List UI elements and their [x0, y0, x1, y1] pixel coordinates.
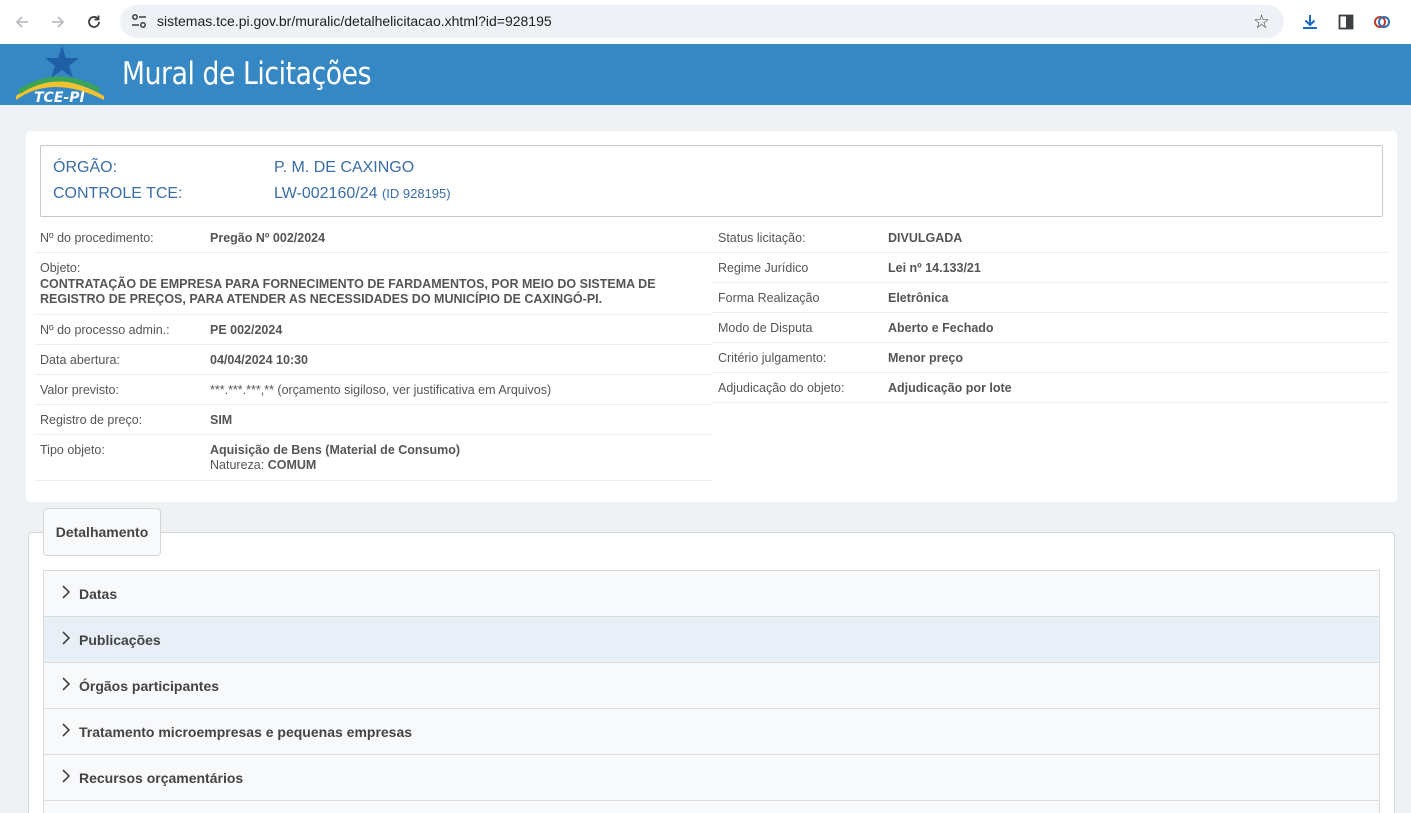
reload-icon[interactable]	[81, 9, 107, 35]
field-registro-preco: Registro de preço: SIM	[34, 405, 712, 435]
field-forma: Forma Realização Eletrônica	[712, 283, 1388, 313]
orgao-label: ÓRGÃO:	[53, 159, 118, 176]
accordion-tratamento-microempresas[interactable]: Tratamento microempresas e pequenas empr…	[43, 708, 1380, 755]
label: Tipo objeto:	[40, 443, 105, 457]
side-panel-icon[interactable]	[1334, 10, 1358, 34]
field-procedimento: Nº do procedimento: Pregão Nº 002/2024	[34, 223, 712, 253]
value: Menor preço	[888, 351, 964, 365]
value: Adjudicação por lote	[888, 381, 1012, 395]
site-header: TCE-PI Mural de Licitações	[0, 44, 1411, 105]
label: Status licitação:	[718, 231, 806, 245]
browser-toolbar: sistemas.tce.pi.gov.br/muralic/detalheli…	[0, 0, 1411, 44]
field-valor-previsto: Valor previsto: ***.***.***,** (orçament…	[34, 375, 712, 405]
status-value: DIVULGADA	[888, 231, 963, 245]
controle-value: LW-002160/24 (ID 928195)	[274, 185, 451, 202]
tab-detalhamento[interactable]: Detalhamento	[43, 508, 161, 556]
label: Registro de preço:	[40, 413, 143, 427]
accordion-recursos-orcamentarios[interactable]: Recursos orçamentários	[43, 754, 1380, 801]
label: Critério julgamento:	[718, 351, 827, 365]
address-bar[interactable]: sistemas.tce.pi.gov.br/muralic/detalheli…	[120, 5, 1284, 38]
orgao-value: P. M. DE CAXINGO	[274, 159, 415, 176]
value: Aberto e Fechado	[888, 321, 994, 335]
svg-text:TCE-PI: TCE-PI	[34, 90, 85, 105]
field-modo: Modo de Disputa Aberto e Fechado	[712, 313, 1388, 343]
extension-icon[interactable]	[1370, 10, 1394, 34]
label: Nº do processo admin.:	[40, 323, 170, 337]
field-adjudicacao: Adjudicação do objeto: Adjudicação por l…	[712, 373, 1388, 403]
licitacao-info-card: ÓRGÃO: P. M. DE CAXINGO CONTROLE TCE: LW…	[26, 131, 1397, 502]
value: SIM	[210, 413, 233, 427]
chevron-right-icon	[62, 677, 71, 691]
value: Pregão Nº 002/2024	[210, 231, 326, 245]
field-criterio: Critério julgamento: Menor preço	[712, 343, 1388, 373]
field-regime: Regime Jurídico Lei nº 14.133/21	[712, 253, 1388, 283]
value: ***.***.***,** (orçamento sigiloso, ver …	[210, 383, 552, 397]
accordion-next-item[interactable]	[43, 800, 1380, 813]
value: CONTRATAÇÃO DE EMPRESA PARA FORNECIMENTO…	[40, 277, 656, 306]
accordion-orgaos-participantes[interactable]: Órgãos participantes	[43, 662, 1380, 709]
label: Adjudicação do objeto:	[718, 381, 845, 395]
orgao-box: ÓRGÃO: P. M. DE CAXINGO CONTROLE TCE: LW…	[40, 145, 1383, 217]
field-data-abertura: Data abertura: 04/04/2024 10:30	[34, 345, 712, 375]
label: Regime Jurídico	[718, 261, 809, 275]
back-icon[interactable]	[9, 9, 35, 35]
chevron-right-icon	[62, 723, 71, 737]
accordion-label: Publicações	[79, 632, 161, 648]
field-processo: Nº do processo admin.: PE 002/2024	[34, 315, 712, 345]
forward-icon[interactable]	[45, 9, 71, 35]
accordion-label: Tratamento microempresas e pequenas empr…	[79, 724, 413, 740]
value: Aquisição de Bens (Material de Consumo) N…	[210, 443, 461, 472]
url-text: sistemas.tce.pi.gov.br/muralic/detalheli…	[157, 13, 552, 29]
label: Valor previsto:	[40, 383, 119, 397]
chevron-right-icon	[62, 631, 71, 645]
chevron-right-icon	[62, 769, 71, 783]
value: Lei nº 14.133/21	[888, 261, 981, 275]
controle-id: (ID 928195)	[381, 186, 451, 201]
value: 04/04/2024 10:30	[210, 353, 309, 367]
field-tipo-objeto: Tipo objeto: Aquisição de Bens (Material…	[34, 435, 712, 481]
accordion-datas[interactable]: Datas	[43, 570, 1380, 617]
site-info-icon[interactable]	[130, 12, 148, 30]
label: Data abertura:	[40, 353, 120, 367]
value: PE 002/2024	[210, 323, 283, 337]
chevron-right-icon	[62, 585, 71, 599]
accordion-publicacoes[interactable]: Publicações	[43, 616, 1380, 663]
controle-label: CONTROLE TCE:	[53, 185, 183, 202]
label: Nº do procedimento:	[40, 231, 154, 245]
accordion-label: Recursos orçamentários	[79, 770, 244, 786]
value: Eletrônica	[888, 291, 949, 305]
page-title: Mural de Licitações	[122, 56, 372, 92]
field-status: Status licitação: DIVULGADA	[712, 223, 1388, 253]
label: Modo de Disputa	[718, 321, 813, 335]
accordion-label: Datas	[79, 586, 118, 602]
accordion-label: Órgãos participantes	[79, 678, 220, 694]
label: Forma Realização	[718, 291, 820, 305]
download-icon[interactable]	[1298, 10, 1322, 34]
field-objeto: Objeto: CONTRATAÇÃO DE EMPRESA PARA FORN…	[34, 253, 712, 315]
tce-pi-logo[interactable]: TCE-PI	[12, 44, 112, 105]
label: Objeto:	[40, 261, 81, 275]
bookmark-star-icon[interactable]: ☆	[1253, 11, 1270, 34]
